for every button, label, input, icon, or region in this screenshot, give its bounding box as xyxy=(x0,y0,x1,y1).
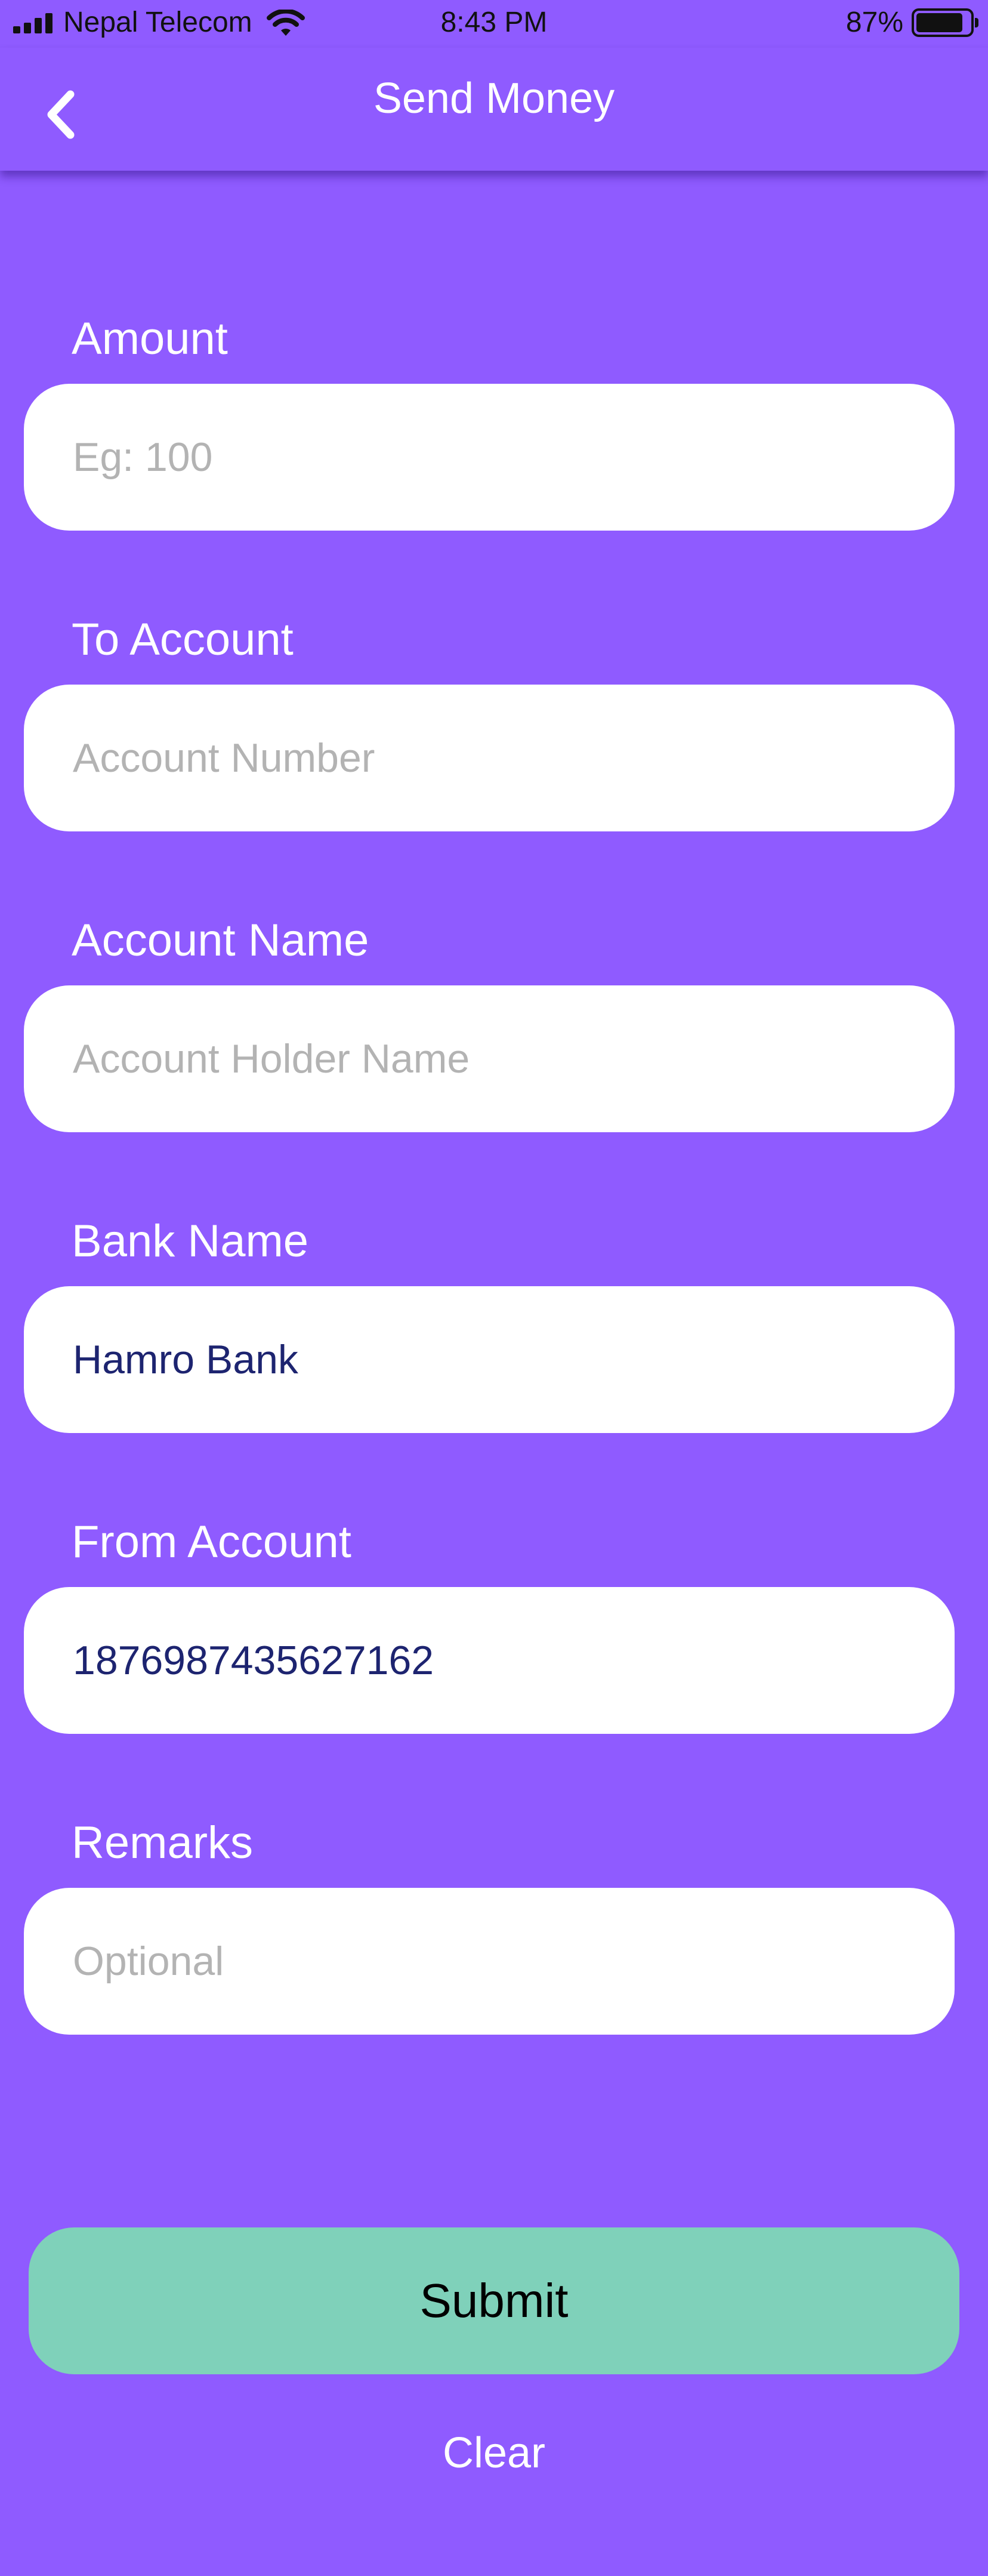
from-account-label: From Account xyxy=(72,1517,351,1567)
bank-name-label: Bank Name xyxy=(72,1216,309,1267)
page-title: Send Money xyxy=(373,75,615,122)
to-account-input[interactable] xyxy=(24,685,955,831)
status-right: 87% xyxy=(845,6,978,39)
from-account-input[interactable] xyxy=(24,1587,955,1734)
clear-button[interactable]: Clear xyxy=(0,2423,988,2483)
nav-bar: Send Money xyxy=(0,48,988,171)
account-name-input[interactable] xyxy=(24,985,955,1132)
to-account-label: To Account xyxy=(72,614,294,665)
status-bar: Nepal Telecom 8:43 PM 87% xyxy=(0,0,988,48)
battery-icon xyxy=(912,8,978,37)
submit-button[interactable]: Submit xyxy=(29,2227,959,2374)
status-time: 8:43 PM xyxy=(440,7,548,38)
battery-percent: 87% xyxy=(845,7,903,38)
account-name-label: Account Name xyxy=(72,915,369,966)
remarks-input[interactable] xyxy=(24,1888,955,2035)
bank-name-input[interactable] xyxy=(24,1286,955,1433)
amount-input[interactable] xyxy=(24,384,955,531)
amount-label: Amount xyxy=(72,313,228,364)
remarks-label: Remarks xyxy=(72,1817,254,1868)
